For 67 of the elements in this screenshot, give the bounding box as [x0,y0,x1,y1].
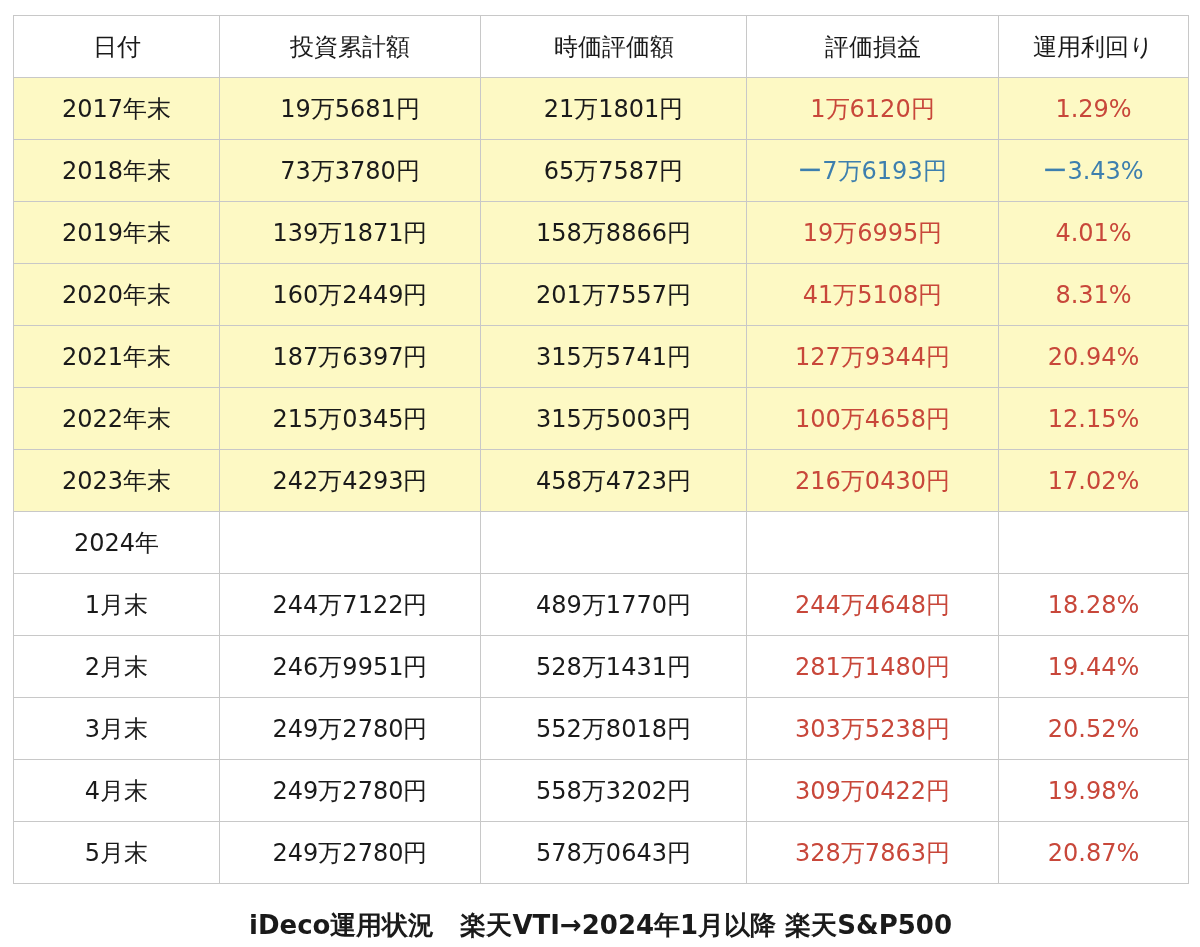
table-cell: 160万2449円 [219,263,481,326]
column-header: 日付 [13,15,220,78]
table-cell: 2021年末 [13,325,220,388]
table-cell: 187万6397円 [219,325,481,388]
table-cell: 2019年末 [13,201,220,264]
table-cell: 558万3202円 [480,759,747,822]
column-header: 投資累計額 [219,15,481,78]
table-cell: 328万7863円 [746,821,999,884]
table-cell: 139万1871円 [219,201,481,264]
table-cell: 19.44% [998,635,1189,698]
table-cell: 12.15% [998,387,1189,450]
table-cell: 4月末 [13,759,220,822]
table-cell: 20.87% [998,821,1189,884]
table-cell: 246万9951円 [219,635,481,698]
table-cell: 578万0643円 [480,821,747,884]
table-cell: 20.52% [998,697,1189,760]
table-cell: 19万5681円 [219,77,481,140]
table-cell: 2018年末 [13,139,220,202]
table-cell: 2月末 [13,635,220,698]
table-cell: 2022年末 [13,387,220,450]
table-cell: 3月末 [13,697,220,760]
table-cell: 309万0422円 [746,759,999,822]
table-cell: 8.31% [998,263,1189,326]
table-cell: 244万7122円 [219,573,481,636]
table-cell: 216万0430円 [746,449,999,512]
table-cell: 127万9344円 [746,325,999,388]
table-cell: 19.98% [998,759,1189,822]
table-cell: 281万1480円 [746,635,999,698]
table-cell: 21万1801円 [480,77,747,140]
table-cell: 215万0345円 [219,387,481,450]
table-cell: 1.29% [998,77,1189,140]
table-caption: iDeco運用状況 楽天VTI→2024年1月以降 楽天S&P500 [248,909,953,942]
table-cell: 65万7587円 [480,139,747,202]
table-cell: 315万5741円 [480,325,747,388]
table-cell: 2020年末 [13,263,220,326]
table-cell: 242万4293円 [219,449,481,512]
table-cell: 552万8018円 [480,697,747,760]
table-cell: 249万2780円 [219,759,481,822]
table-cell: 315万5003円 [480,387,747,450]
table-cell: 19万6995円 [746,201,999,264]
table-cell: ー7万6193円 [746,139,999,202]
table-cell: 528万1431円 [480,635,747,698]
table-cell: 249万2780円 [219,821,481,884]
table-cell: 201万7557円 [480,263,747,326]
table-cell: 2023年末 [13,449,220,512]
table-cell: 20.94% [998,325,1189,388]
column-header: 時価評価額 [480,15,747,78]
table-cell: 303万5238円 [746,697,999,760]
table-cell: 1月末 [13,573,220,636]
table-cell: 41万5108円 [746,263,999,326]
table-cell: 489万1770円 [480,573,747,636]
table-cell: 249万2780円 [219,697,481,760]
table-cell: 17.02% [998,449,1189,512]
table-cell: 4.01% [998,201,1189,264]
table-cell: 100万4658円 [746,387,999,450]
table-cell: 73万3780円 [219,139,481,202]
table-cell: 158万8866円 [480,201,747,264]
table-cell: 2017年末 [13,77,220,140]
table-cell: 18.28% [998,573,1189,636]
table-cell: 2024年 [13,511,220,574]
table-cell: 1万6120円 [746,77,999,140]
column-header: 評価損益 [746,15,999,78]
column-header: 運用利回り [998,15,1189,78]
table-cell: 5月末 [13,821,220,884]
table-cell: 244万4648円 [746,573,999,636]
table-cell: 458万4723円 [480,449,747,512]
table-cell: ー3.43% [998,139,1189,202]
